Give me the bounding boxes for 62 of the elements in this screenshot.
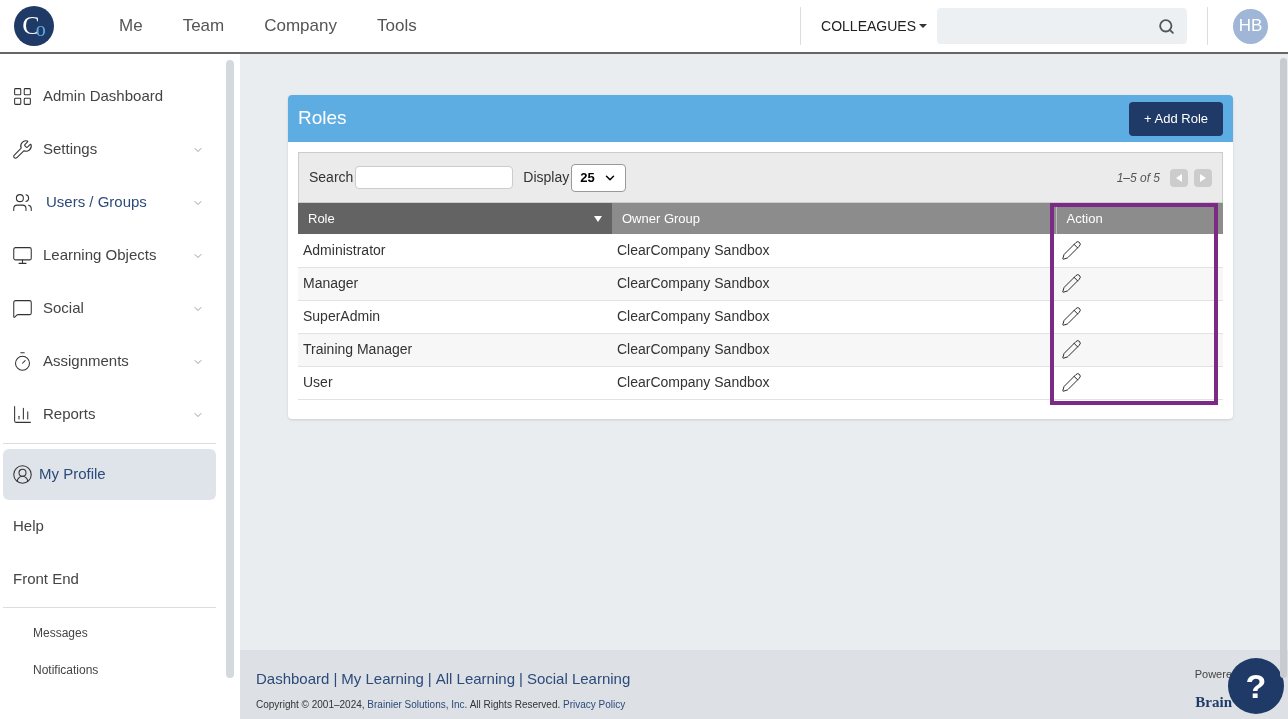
privacy-policy-link[interactable]: Privacy Policy — [563, 698, 626, 710]
sidebar-item[interactable]: Reports — [3, 388, 216, 441]
stopwatch-icon — [12, 351, 33, 372]
sidebar-item[interactable]: My Profile — [3, 449, 216, 500]
edit-icon[interactable] — [1061, 239, 1082, 261]
sidebar-item[interactable]: Settings — [3, 123, 216, 176]
edit-icon[interactable] — [1061, 372, 1082, 393]
caret-icon — [919, 24, 927, 28]
link-separator: | — [427, 669, 432, 689]
colleagues-dropdown[interactable]: COLLEAGUES — [821, 15, 927, 37]
nav-link[interactable]: Company — [244, 13, 357, 39]
table-cell: User — [298, 366, 612, 399]
footer-link[interactable]: All Learning — [435, 668, 515, 691]
card-header: Roles + Add Role — [288, 95, 1233, 142]
table-toolbar: Search Display 25 1–5 of 5 — [298, 152, 1223, 203]
link-separator: | — [518, 669, 523, 689]
grid-icon — [12, 86, 33, 107]
table-cell: ClearCompany Sandbox — [612, 333, 1056, 366]
sidebar-link[interactable]: Notifications — [3, 651, 216, 688]
edit-icon[interactable] — [1061, 273, 1082, 294]
sort-icon — [594, 215, 602, 222]
search-field[interactable] — [937, 8, 1187, 44]
edit-icon[interactable] — [1061, 306, 1082, 327]
vendor-link[interactable]: Brainier Solutions, Inc. — [367, 698, 468, 710]
sidebar-link[interactable]: Help — [3, 500, 216, 553]
copyright-text: Copyright © 2001–2024, Brainier Solutions, Inc. All Rights Reserved. Privacy Policy — [256, 697, 626, 712]
search-input[interactable] — [355, 166, 514, 189]
search-icon[interactable] — [1158, 17, 1175, 35]
table-cell: Administrator — [298, 234, 612, 267]
table-cell: SuperAdmin — [298, 300, 612, 333]
scrollbar-thumb[interactable] — [1280, 58, 1287, 678]
sidebar-item[interactable]: Learning Objects — [3, 229, 216, 282]
nav-link[interactable]: Team — [162, 13, 245, 39]
table-cell: ClearCompany Sandbox — [612, 300, 1056, 333]
user-icon — [12, 464, 33, 485]
table-cell: ClearCompany Sandbox — [612, 366, 1056, 399]
table-cell: Training Manager — [298, 333, 612, 366]
footer-link[interactable]: Social Learning — [526, 668, 631, 691]
sidebar-link[interactable]: Messages — [3, 614, 216, 651]
sidebar-item[interactable]: Admin Dashboard — [3, 70, 216, 123]
tools-icon — [12, 139, 33, 160]
link-separator: | — [333, 669, 338, 689]
table-cell: Manager — [298, 267, 612, 300]
users-icon — [12, 192, 33, 213]
nav-link[interactable]: Tools — [356, 13, 437, 39]
footer-link[interactable]: My Learning — [341, 668, 424, 691]
table-cell: ClearCompany Sandbox — [612, 267, 1056, 300]
table-cell: ClearCompany Sandbox — [612, 234, 1056, 267]
sidebar-item[interactable]: Assignments — [3, 335, 216, 388]
add-role-button[interactable]: + Add Role — [1129, 101, 1223, 136]
sidebar-item[interactable]: Users / Groups — [3, 176, 216, 229]
sidebar-item[interactable]: Social — [3, 282, 216, 335]
speech-bubble-icon — [12, 298, 33, 319]
nav-link[interactable]: Me — [99, 13, 163, 39]
column-header[interactable]: Role — [298, 203, 612, 234]
sidebar-link[interactable]: Front End — [3, 553, 216, 606]
display-select[interactable]: 25 — [571, 163, 627, 192]
scrollbar-thumb[interactable] — [226, 60, 234, 678]
monitor-icon — [12, 245, 33, 266]
edit-icon[interactable] — [1061, 339, 1082, 360]
footer-link[interactable]: Dashboard — [256, 668, 330, 691]
bar-chart-icon — [12, 404, 33, 425]
